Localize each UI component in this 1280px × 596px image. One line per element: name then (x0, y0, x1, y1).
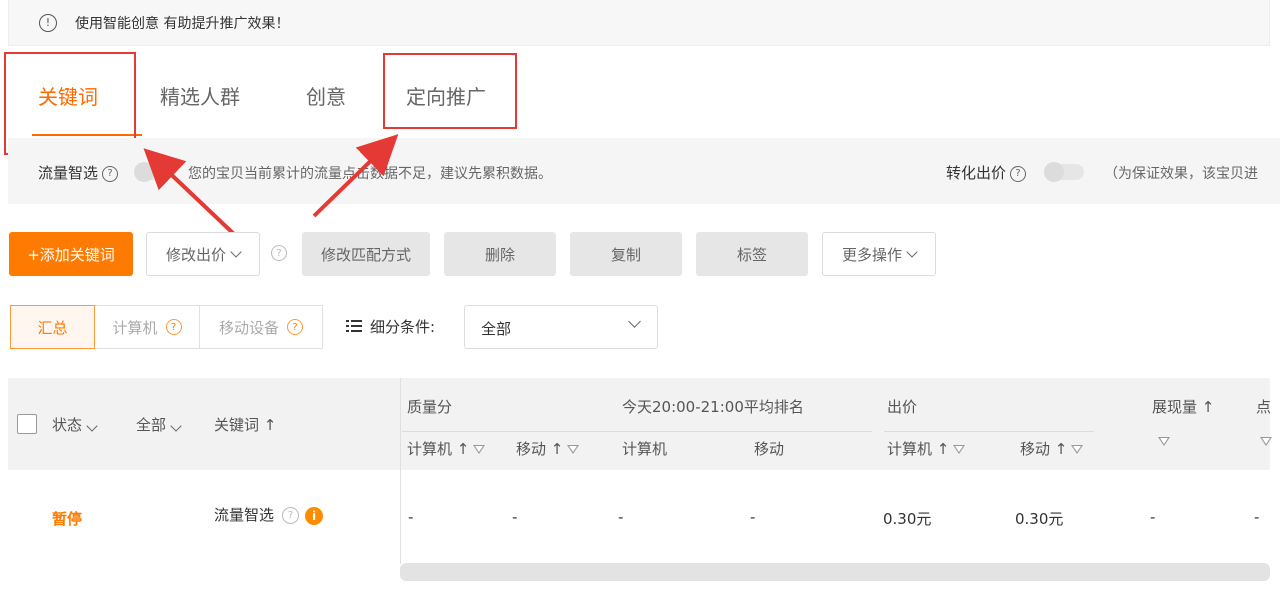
clicks-cell: - (1254, 508, 1260, 526)
all-filter[interactable]: 全部 (136, 414, 182, 435)
impressions-cell: - (1150, 508, 1156, 526)
clicks-header: 点 (1256, 398, 1272, 416)
arrow-to-targeted (312, 134, 399, 218)
keyword-cell: 流量智选? i (214, 504, 324, 525)
bid-pc-cell[interactable]: 0.30元 (883, 508, 931, 529)
bid-header: 出价 (887, 398, 918, 416)
rank-pc-cell: - (618, 508, 624, 526)
chevron-down-icon (230, 245, 242, 258)
horizontal-scrollbar[interactable] (400, 563, 1270, 581)
info-icon[interactable]: i (305, 506, 324, 525)
segment-summary[interactable]: 汇总 (10, 305, 95, 349)
quality-pc-cell: - (408, 508, 414, 526)
tag-button[interactable]: 标签 (696, 232, 808, 276)
help-icon[interactable]: ? (282, 507, 300, 524)
delete-button[interactable]: 删除 (444, 232, 556, 276)
filter-icon[interactable] (473, 445, 486, 454)
frozen-column-divider (400, 378, 401, 564)
impressions-filter[interactable] (1154, 432, 1170, 450)
filter-icon[interactable] (567, 445, 580, 454)
clicks-filter[interactable] (1256, 432, 1272, 450)
impressions-header[interactable]: 展现量 ↑ (1152, 396, 1214, 417)
keyword-sort[interactable]: 关键词 ↑ (214, 414, 276, 435)
rank-mobile-cell: - (750, 508, 756, 526)
chevron-down-icon (628, 315, 641, 328)
chevron-down-icon (170, 420, 182, 432)
quality-mobile-cell: - (512, 508, 518, 526)
chevron-down-icon (906, 245, 918, 258)
bid-mobile-header[interactable]: 移动 ↑ (1020, 438, 1084, 459)
filter-icon[interactable] (1260, 437, 1272, 446)
condition-select[interactable]: 全部 (464, 305, 658, 349)
arrow-to-keywords (143, 148, 238, 238)
table-row (8, 470, 1270, 562)
bid-pc-header[interactable]: 计算机 ↑ (887, 438, 966, 459)
quality-score-header: 质量分 (407, 398, 453, 416)
bid-mobile-cell[interactable]: 0.30元 (1015, 508, 1063, 529)
segment-computer[interactable]: 计算机? (94, 305, 200, 349)
status-paused[interactable]: 暂停 (52, 508, 82, 529)
help-icon[interactable]: ? (271, 245, 287, 261)
add-keyword-button[interactable]: +添加关键词 (9, 232, 133, 276)
filter-icon[interactable] (1071, 445, 1084, 454)
chevron-down-icon (86, 420, 98, 432)
more-actions-dropdown[interactable]: 更多操作 (822, 232, 936, 276)
rank-header: 今天20:00-21:00平均排名 (622, 398, 804, 416)
help-icon: ? (165, 319, 182, 335)
select-all-checkbox[interactable] (17, 414, 37, 434)
status-filter[interactable]: 状态 (52, 414, 98, 435)
condition-label: 细分条件: (370, 318, 436, 336)
rank-pc-header: 计算机 (622, 440, 668, 458)
filter-icon[interactable] (1158, 437, 1170, 446)
list-icon (346, 320, 362, 334)
rank-mobile-header: 移动 (754, 440, 785, 458)
quality-mobile-header[interactable]: 移动 ↑ (516, 438, 580, 459)
modify-bid-dropdown[interactable]: 修改出价 (146, 232, 260, 276)
quality-pc-header[interactable]: 计算机 ↑ (407, 438, 486, 459)
copy-button[interactable]: 复制 (570, 232, 682, 276)
help-icon: ? (287, 319, 303, 335)
segment-mobile[interactable]: 移动设备? (199, 305, 323, 349)
filter-icon[interactable] (953, 445, 966, 454)
modify-match-button[interactable]: 修改匹配方式 (302, 232, 430, 276)
